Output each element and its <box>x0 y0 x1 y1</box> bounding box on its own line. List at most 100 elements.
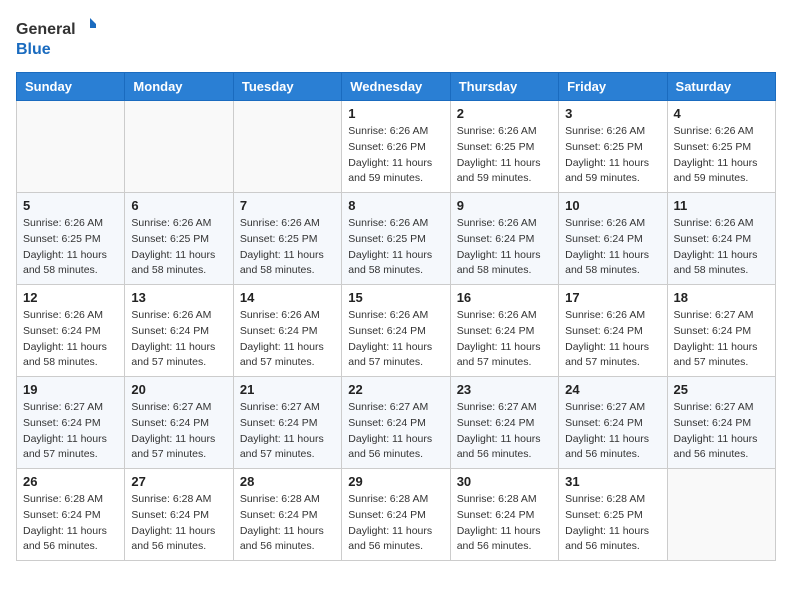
day-info: Sunrise: 6:26 AMSunset: 6:26 PMDaylight:… <box>348 124 443 187</box>
calendar-day-cell: 22Sunrise: 6:27 AMSunset: 6:24 PMDayligh… <box>342 377 450 469</box>
day-number: 26 <box>23 474 118 489</box>
weekday-header-monday: Monday <box>125 73 233 101</box>
calendar-day-cell: 13 Sunrise: 6:26 AMSunset: 6:24 PMDayligh… <box>125 285 233 377</box>
calendar-day-cell <box>125 101 233 193</box>
day-info: Sunrise: 6:26 AMSunset: 6:25 PMDaylight:… <box>23 216 118 279</box>
day-info: Sunrise: 6:28 AMSunset: 6:24 PMDaylight:… <box>457 492 552 555</box>
calendar-day-cell: 2 Sunrise: 6:26 AMSunset: 6:25 PMDaylight… <box>450 101 558 193</box>
day-number: 6 <box>131 198 226 213</box>
logo-icon: General Blue <box>16 16 96 60</box>
calendar-day-cell: 21Sunrise: 6:27 AMSunset: 6:24 PMDayligh… <box>233 377 341 469</box>
day-number: 4 <box>674 106 769 121</box>
day-info: Sunrise: 6:27 AMSunset: 6:24 PMDaylight:… <box>23 400 118 463</box>
calendar-day-cell <box>667 469 775 561</box>
day-info: Sunrise: 6:27 AMSunset: 6:24 PMDaylight:… <box>457 400 552 463</box>
day-number: 3 <box>565 106 660 121</box>
calendar-week-2: 5 Sunrise: 6:26 AMSunset: 6:25 PMDaylight… <box>17 193 776 285</box>
day-info: Sunrise: 6:28 AMSunset: 6:24 PMDaylight:… <box>348 492 443 555</box>
calendar-day-cell: 25Sunrise: 6:27 AMSunset: 6:24 PMDayligh… <box>667 377 775 469</box>
calendar-day-cell: 16Sunrise: 6:26 AMSunset: 6:24 PMDayligh… <box>450 285 558 377</box>
day-number: 16 <box>457 290 552 305</box>
calendar-week-4: 19 Sunrise: 6:27 AMSunset: 6:24 PMDayligh… <box>17 377 776 469</box>
day-number: 13 <box>131 290 226 305</box>
day-info: Sunrise: 6:27 AMSunset: 6:24 PMDaylight:… <box>131 400 226 463</box>
calendar-day-cell: 4 Sunrise: 6:26 AMSunset: 6:25 PMDaylight… <box>667 101 775 193</box>
calendar-day-cell: 17Sunrise: 6:26 AMSunset: 6:24 PMDayligh… <box>559 285 667 377</box>
day-number: 11 <box>674 198 769 213</box>
calendar-day-cell: 30Sunrise: 6:28 AMSunset: 6:24 PMDayligh… <box>450 469 558 561</box>
day-info: Sunrise: 6:28 AMSunset: 6:24 PMDaylight:… <box>131 492 226 555</box>
calendar-day-cell: 12 Sunrise: 6:26 AMSunset: 6:24 PMDayligh… <box>17 285 125 377</box>
calendar-week-5: 26 Sunrise: 6:28 AMSunset: 6:24 PMDayligh… <box>17 469 776 561</box>
day-info: Sunrise: 6:27 AMSunset: 6:24 PMDaylight:… <box>674 308 769 371</box>
day-number: 29 <box>348 474 443 489</box>
calendar-day-cell: 15 Sunrise: 6:26 AMSunset: 6:24 PMDayligh… <box>342 285 450 377</box>
calendar-day-cell: 11 Sunrise: 6:26 AMSunset: 6:24 PMDayligh… <box>667 193 775 285</box>
day-number: 2 <box>457 106 552 121</box>
weekday-header-wednesday: Wednesday <box>342 73 450 101</box>
day-info: Sunrise: 6:28 AMSunset: 6:24 PMDaylight:… <box>240 492 335 555</box>
weekday-header-saturday: Saturday <box>667 73 775 101</box>
calendar-day-cell: 5 Sunrise: 6:26 AMSunset: 6:25 PMDaylight… <box>17 193 125 285</box>
day-info: Sunrise: 6:26 AMSunset: 6:25 PMDaylight:… <box>457 124 552 187</box>
weekday-header-sunday: Sunday <box>17 73 125 101</box>
day-info: Sunrise: 6:26 AMSunset: 6:24 PMDaylight:… <box>457 216 552 279</box>
day-number: 18 <box>674 290 769 305</box>
calendar-day-cell: 6Sunrise: 6:26 AMSunset: 6:25 PMDaylight… <box>125 193 233 285</box>
day-number: 24 <box>565 382 660 397</box>
day-number: 5 <box>23 198 118 213</box>
day-number: 17 <box>565 290 660 305</box>
calendar-day-cell: 8 Sunrise: 6:26 AMSunset: 6:25 PMDaylight… <box>342 193 450 285</box>
calendar-day-cell: 14Sunrise: 6:26 AMSunset: 6:24 PMDayligh… <box>233 285 341 377</box>
day-info: Sunrise: 6:26 AMSunset: 6:24 PMDaylight:… <box>674 216 769 279</box>
logo: General Blue <box>16 16 96 60</box>
day-number: 14 <box>240 290 335 305</box>
calendar-day-cell: 27 Sunrise: 6:28 AMSunset: 6:24 PMDayligh… <box>125 469 233 561</box>
day-number: 10 <box>565 198 660 213</box>
calendar-day-cell: 20 Sunrise: 6:27 AMSunset: 6:24 PMDayligh… <box>125 377 233 469</box>
day-number: 31 <box>565 474 660 489</box>
svg-text:Blue: Blue <box>16 41 51 58</box>
day-info: Sunrise: 6:26 AMSunset: 6:25 PMDaylight:… <box>240 216 335 279</box>
calendar-day-cell: 24Sunrise: 6:27 AMSunset: 6:24 PMDayligh… <box>559 377 667 469</box>
calendar-day-cell <box>233 101 341 193</box>
day-number: 23 <box>457 382 552 397</box>
day-number: 22 <box>348 382 443 397</box>
day-info: Sunrise: 6:26 AMSunset: 6:25 PMDaylight:… <box>348 216 443 279</box>
day-info: Sunrise: 6:28 AMSunset: 6:25 PMDaylight:… <box>565 492 660 555</box>
day-number: 1 <box>348 106 443 121</box>
weekday-header-row: SundayMondayTuesdayWednesdayThursdayFrid… <box>17 73 776 101</box>
calendar-table: SundayMondayTuesdayWednesdayThursdayFrid… <box>16 72 776 561</box>
weekday-header-friday: Friday <box>559 73 667 101</box>
calendar-day-cell: 28Sunrise: 6:28 AMSunset: 6:24 PMDayligh… <box>233 469 341 561</box>
day-info: Sunrise: 6:26 AMSunset: 6:25 PMDaylight:… <box>565 124 660 187</box>
calendar-week-1: 1 Sunrise: 6:26 AMSunset: 6:26 PMDaylight… <box>17 101 776 193</box>
day-number: 12 <box>23 290 118 305</box>
day-info: Sunrise: 6:26 AMSunset: 6:24 PMDaylight:… <box>23 308 118 371</box>
weekday-header-tuesday: Tuesday <box>233 73 341 101</box>
calendar-day-cell: 10 Sunrise: 6:26 AMSunset: 6:24 PMDayligh… <box>559 193 667 285</box>
calendar-day-cell: 18 Sunrise: 6:27 AMSunset: 6:24 PMDayligh… <box>667 285 775 377</box>
calendar-day-cell: 9 Sunrise: 6:26 AMSunset: 6:24 PMDaylight… <box>450 193 558 285</box>
day-info: Sunrise: 6:28 AMSunset: 6:24 PMDaylight:… <box>23 492 118 555</box>
day-number: 20 <box>131 382 226 397</box>
calendar-day-cell: 29 Sunrise: 6:28 AMSunset: 6:24 PMDayligh… <box>342 469 450 561</box>
day-info: Sunrise: 6:26 AMSunset: 6:24 PMDaylight:… <box>348 308 443 371</box>
day-number: 15 <box>348 290 443 305</box>
day-info: Sunrise: 6:26 AMSunset: 6:24 PMDaylight:… <box>131 308 226 371</box>
day-info: Sunrise: 6:26 AMSunset: 6:24 PMDaylight:… <box>565 216 660 279</box>
day-number: 19 <box>23 382 118 397</box>
weekday-header-thursday: Thursday <box>450 73 558 101</box>
day-number: 27 <box>131 474 226 489</box>
day-number: 9 <box>457 198 552 213</box>
calendar-day-cell: 31 Sunrise: 6:28 AMSunset: 6:25 PMDayligh… <box>559 469 667 561</box>
day-info: Sunrise: 6:26 AMSunset: 6:25 PMDaylight:… <box>674 124 769 187</box>
calendar-day-cell: 19 Sunrise: 6:27 AMSunset: 6:24 PMDayligh… <box>17 377 125 469</box>
svg-text:General: General <box>16 21 76 38</box>
calendar-day-cell <box>17 101 125 193</box>
day-number: 8 <box>348 198 443 213</box>
day-info: Sunrise: 6:27 AMSunset: 6:24 PMDaylight:… <box>240 400 335 463</box>
calendar-day-cell: 26 Sunrise: 6:28 AMSunset: 6:24 PMDayligh… <box>17 469 125 561</box>
calendar-day-cell: 1 Sunrise: 6:26 AMSunset: 6:26 PMDaylight… <box>342 101 450 193</box>
calendar-day-cell: 7Sunrise: 6:26 AMSunset: 6:25 PMDaylight… <box>233 193 341 285</box>
